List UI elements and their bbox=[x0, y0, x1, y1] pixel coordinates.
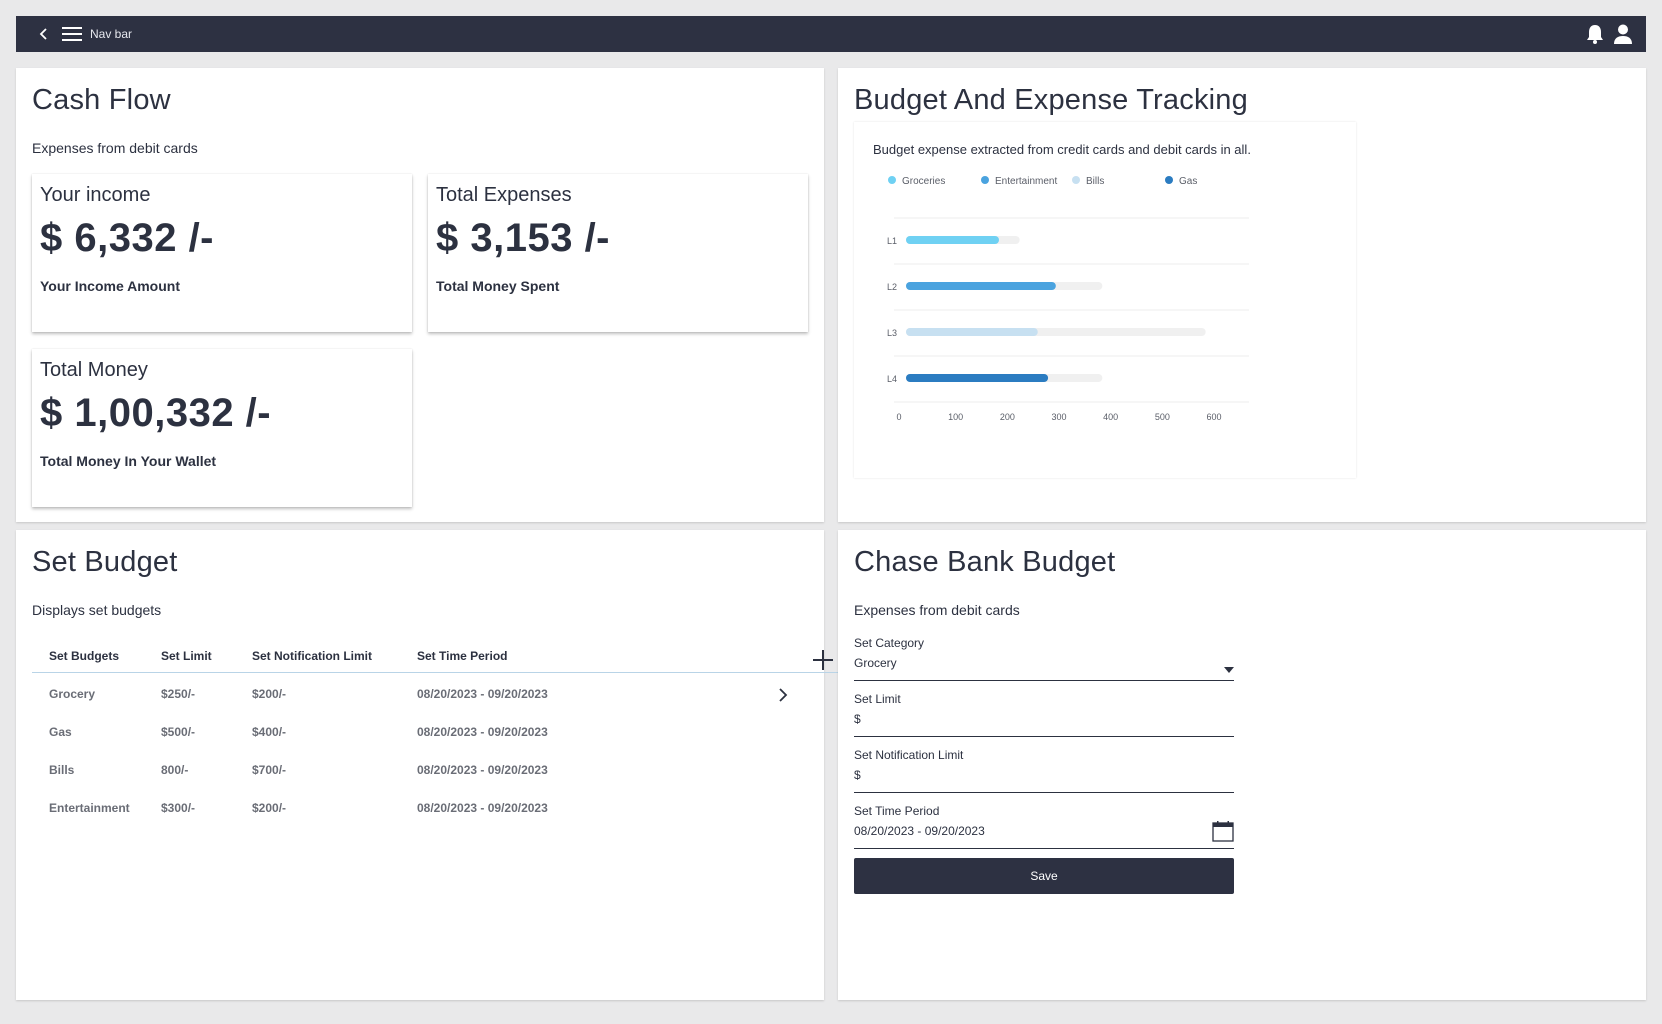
cell: 08/20/2023 - 09/20/2023 bbox=[417, 725, 548, 739]
nav-bar: Nav bar bbox=[16, 16, 1646, 52]
card-subtitle: Displays set budgets bbox=[32, 602, 162, 618]
category-label: L4 bbox=[887, 374, 897, 384]
cell: 08/20/2023 - 09/20/2023 bbox=[417, 801, 548, 815]
tick-label: 300 bbox=[1051, 412, 1066, 422]
stat-value: $ 1,00,332 /- bbox=[40, 391, 272, 435]
expenses-card: Total Expenses $ 3,153 /- Total Money Sp… bbox=[428, 174, 808, 332]
bar bbox=[906, 328, 1038, 336]
stat-label: Total Expenses bbox=[436, 184, 572, 206]
table-row[interactable]: Gas $500/- $400/- 08/20/2023 - 09/20/202… bbox=[32, 711, 840, 749]
column-header: Set Limit bbox=[161, 649, 212, 663]
cell: $400/- bbox=[252, 725, 287, 739]
legend-label: Groceries bbox=[902, 176, 945, 187]
dropdown-arrow-icon[interactable] bbox=[1224, 660, 1234, 678]
cell: Gas bbox=[49, 725, 72, 739]
cell: 08/20/2023 - 09/20/2023 bbox=[417, 763, 548, 777]
category-select[interactable]: Set Category Grocery bbox=[854, 636, 1234, 681]
field-value: Grocery bbox=[854, 656, 897, 670]
tick-label: 400 bbox=[1103, 412, 1118, 422]
legend-label: Bills bbox=[1086, 176, 1104, 187]
legend-marker bbox=[1165, 176, 1173, 184]
budget-table: Set Budgets Set Limit Set Notification L… bbox=[32, 638, 840, 825]
column-header: Set Time Period bbox=[417, 649, 508, 663]
cell: Bills bbox=[49, 763, 75, 777]
cell: $200/- bbox=[252, 687, 287, 701]
field-label: Set Notification Limit bbox=[854, 748, 964, 762]
table-header: Set Budgets Set Limit Set Notification L… bbox=[32, 638, 840, 673]
time-period-input[interactable] bbox=[854, 824, 1194, 838]
category-label: L1 bbox=[887, 236, 897, 246]
field-label: Set Time Period bbox=[854, 804, 940, 818]
category-label: L3 bbox=[887, 328, 897, 338]
cell: $300/- bbox=[161, 801, 196, 815]
cell: $500/- bbox=[161, 725, 196, 739]
cell: $200/- bbox=[252, 801, 287, 815]
card-title: Set Budget bbox=[32, 546, 178, 578]
field-label: Set Limit bbox=[854, 692, 901, 706]
plus-icon[interactable] bbox=[812, 649, 834, 674]
card-title: Cash Flow bbox=[32, 84, 171, 116]
chevron-right-icon[interactable] bbox=[778, 687, 788, 706]
limit-input[interactable] bbox=[854, 712, 1194, 726]
legend-marker bbox=[1072, 176, 1080, 184]
tick-label: 100 bbox=[948, 412, 963, 422]
cell: 800/- bbox=[161, 763, 189, 777]
budget-tracking-card: Budget And Expense Tracking Budget expen… bbox=[838, 68, 1646, 522]
legend-label: Gas bbox=[1179, 176, 1197, 187]
column-header: Set Notification Limit bbox=[252, 649, 372, 663]
bar bbox=[906, 282, 1056, 290]
calendar-icon[interactable] bbox=[1212, 820, 1234, 847]
menu-icon[interactable] bbox=[60, 24, 84, 44]
stat-description: Your Income Amount bbox=[40, 278, 180, 294]
stat-description: Total Money Spent bbox=[436, 278, 560, 294]
table-row[interactable]: Bills 800/- $700/- 08/20/2023 - 09/20/20… bbox=[32, 749, 840, 787]
time-period-field[interactable]: Set Time Period bbox=[854, 804, 1234, 849]
tick-label: 500 bbox=[1155, 412, 1170, 422]
category-label: L2 bbox=[887, 282, 897, 292]
total-money-card: Total Money $ 1,00,332 /- Total Money In… bbox=[32, 349, 412, 507]
bell-icon[interactable] bbox=[1584, 23, 1606, 45]
limit-field[interactable]: Set Limit bbox=[854, 692, 1234, 737]
tick-label: 600 bbox=[1206, 412, 1221, 422]
notification-limit-field[interactable]: Set Notification Limit bbox=[854, 748, 1234, 793]
chart-svg: Groceries Entertainment Bills Gas L1 L2 L3 L4 0 1… bbox=[887, 176, 1249, 422]
notification-limit-input[interactable] bbox=[854, 768, 1194, 782]
cell: Grocery bbox=[49, 687, 96, 701]
legend-marker bbox=[981, 176, 989, 184]
legend-marker bbox=[888, 176, 896, 184]
card-title: Budget And Expense Tracking bbox=[854, 84, 1248, 116]
column-header: Set Budgets bbox=[49, 649, 120, 663]
back-icon[interactable] bbox=[34, 24, 54, 44]
stat-description: Total Money In Your Wallet bbox=[40, 453, 217, 469]
field-label: Set Category bbox=[854, 636, 925, 650]
cell: $700/- bbox=[252, 763, 287, 777]
bar bbox=[906, 374, 1049, 382]
chase-budget-card: Chase Bank Budget Expenses from debit ca… bbox=[838, 530, 1646, 1000]
set-budget-card: Set Budget Displays set budgets Set Budg… bbox=[16, 530, 840, 1000]
cell: Entertainment bbox=[49, 801, 130, 815]
stat-label: Your income bbox=[40, 184, 151, 206]
table-row[interactable]: Entertainment $300/- $200/- 08/20/2023 -… bbox=[32, 787, 840, 825]
nav-actions bbox=[1584, 23, 1634, 45]
cell: $250/- bbox=[161, 687, 196, 701]
stat-label: Total Money bbox=[40, 359, 148, 381]
card-subtitle: Expenses from debit cards bbox=[32, 140, 198, 156]
cell: 08/20/2023 - 09/20/2023 bbox=[417, 687, 548, 701]
user-icon[interactable] bbox=[1612, 23, 1634, 45]
stat-value: $ 3,153 /- bbox=[436, 216, 611, 260]
income-card: Your income $ 6,332 /- Your Income Amoun… bbox=[32, 174, 412, 332]
card-subtitle: Expenses from debit cards bbox=[854, 602, 1020, 618]
save-button[interactable]: Save bbox=[854, 858, 1234, 894]
nav-title: Nav bar bbox=[90, 27, 133, 41]
expense-chart: Budget expense extracted from credit car… bbox=[854, 122, 1356, 478]
tick-label: 200 bbox=[1000, 412, 1015, 422]
tick-label: 0 bbox=[896, 412, 901, 422]
stat-value: $ 6,332 /- bbox=[40, 216, 215, 260]
card-title: Chase Bank Budget bbox=[854, 546, 1116, 578]
bar bbox=[906, 236, 999, 244]
legend-label: Entertainment bbox=[995, 176, 1057, 187]
cash-flow-card: Cash Flow Expenses from debit cards Your… bbox=[16, 68, 824, 522]
table-row[interactable]: Grocery $250/- $200/- 08/20/2023 - 09/20… bbox=[32, 673, 840, 711]
